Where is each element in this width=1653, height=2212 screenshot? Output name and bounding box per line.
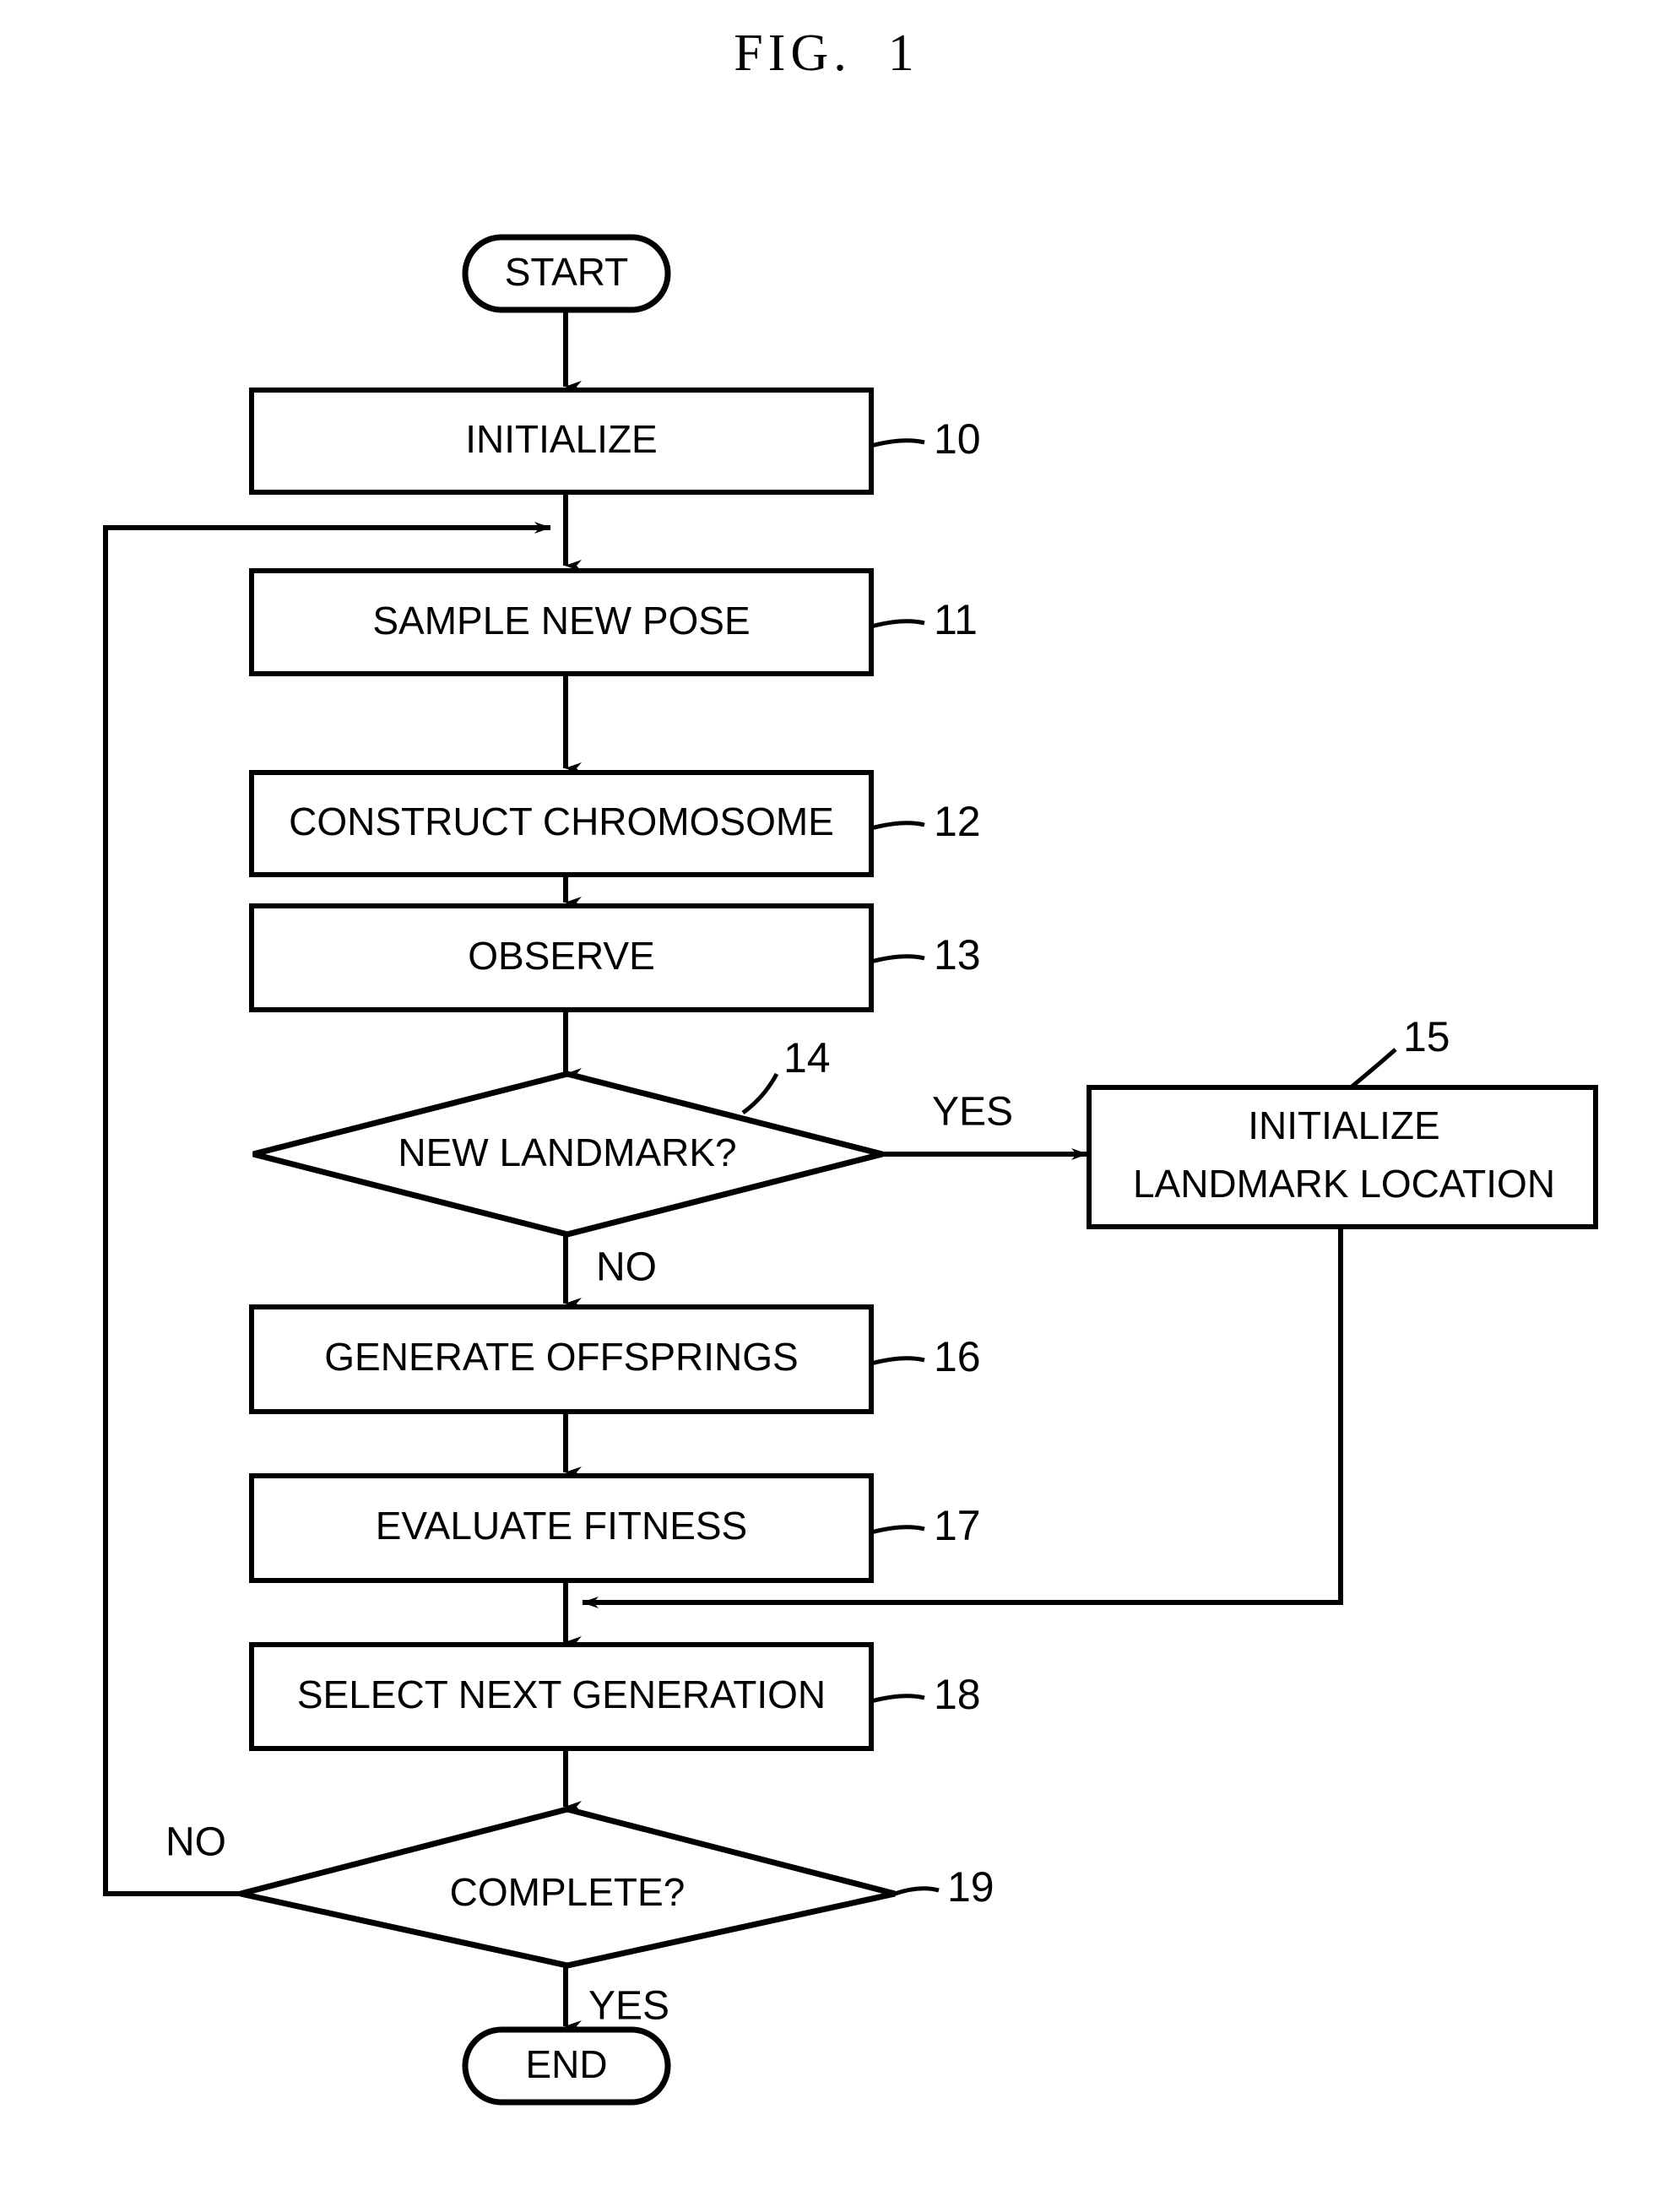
leader-line-11 bbox=[870, 619, 925, 629]
node-complete-decision: COMPLETE? 19 bbox=[240, 1806, 995, 1969]
observe-label: OBSERVE bbox=[468, 934, 655, 978]
initialize-landmark-location-label-line2: LANDMARK LOCATION bbox=[1133, 1162, 1555, 1206]
ref-number-13: 13 bbox=[934, 931, 981, 979]
leader-line-18 bbox=[870, 1694, 925, 1704]
initialize-landmark-location-label-line1: INITIALIZE bbox=[1248, 1103, 1439, 1147]
complete-label: COMPLETE? bbox=[450, 1870, 686, 1914]
ref-number-11: 11 bbox=[934, 596, 978, 643]
leader-line-19 bbox=[894, 1886, 940, 1896]
leader-line-13 bbox=[870, 954, 925, 964]
node-end: END bbox=[462, 2026, 671, 2106]
leader-line-10 bbox=[870, 438, 925, 448]
initialize-label: INITIALIZE bbox=[465, 417, 657, 461]
new-landmark-label: NEW LANDMARK? bbox=[398, 1130, 736, 1174]
node-sample-new-pose: SAMPLE NEW POSE 11 bbox=[249, 568, 978, 676]
leader-line-12 bbox=[870, 821, 925, 831]
flowchart-diagram: START INITIALIZE 10 SAMPLE NEW POSE 11 C… bbox=[103, 234, 1598, 2106]
select-next-generation-label: SELECT NEXT GENERATION bbox=[297, 1673, 826, 1716]
construct-chromosome-label: CONSTRUCT CHROMOSOME bbox=[289, 800, 834, 843]
node-construct-chromosome: CONSTRUCT CHROMOSOME 12 bbox=[249, 770, 981, 877]
sample-new-pose-label: SAMPLE NEW POSE bbox=[372, 599, 750, 642]
branch-label-newlandmark-yes: YES bbox=[932, 1090, 1013, 1135]
ref-number-10: 10 bbox=[934, 415, 981, 463]
leader-line-14 bbox=[741, 1072, 779, 1115]
ref-number-14: 14 bbox=[783, 1034, 831, 1082]
evaluate-fitness-label: EVALUATE FITNESS bbox=[376, 1504, 748, 1548]
generate-offsprings-label: GENERATE OFFSPRINGS bbox=[324, 1335, 798, 1379]
node-start: START bbox=[462, 234, 671, 313]
ref-number-19: 19 bbox=[947, 1863, 995, 1911]
leader-line-17 bbox=[870, 1525, 925, 1535]
ref-number-15: 15 bbox=[1403, 1013, 1450, 1060]
node-select-next-generation: SELECT NEXT GENERATION 18 bbox=[249, 1642, 981, 1751]
ref-number-18: 18 bbox=[934, 1671, 981, 1718]
node-generate-offsprings: GENERATE OFFSPRINGS 16 bbox=[249, 1304, 981, 1414]
branch-label-complete-yes: YES bbox=[588, 1984, 669, 2029]
leader-line-16 bbox=[870, 1356, 925, 1366]
start-label: START bbox=[505, 250, 629, 294]
ref-number-17: 17 bbox=[934, 1502, 981, 1549]
node-initialize-landmark-location: INITIALIZE LANDMARK LOCATION 15 bbox=[1087, 1013, 1598, 1229]
ref-number-16: 16 bbox=[934, 1333, 981, 1380]
node-evaluate-fitness: EVALUATE FITNESS 17 bbox=[249, 1473, 981, 1583]
ref-number-12: 12 bbox=[934, 798, 981, 845]
end-label: END bbox=[525, 2042, 607, 2086]
node-initialize: INITIALIZE 10 bbox=[249, 388, 981, 495]
branch-label-newlandmark-no: NO bbox=[596, 1245, 657, 1290]
leader-line-15 bbox=[1349, 1048, 1397, 1089]
node-observe: OBSERVE 13 bbox=[249, 903, 981, 1012]
branch-label-complete-no: NO bbox=[165, 1820, 226, 1865]
